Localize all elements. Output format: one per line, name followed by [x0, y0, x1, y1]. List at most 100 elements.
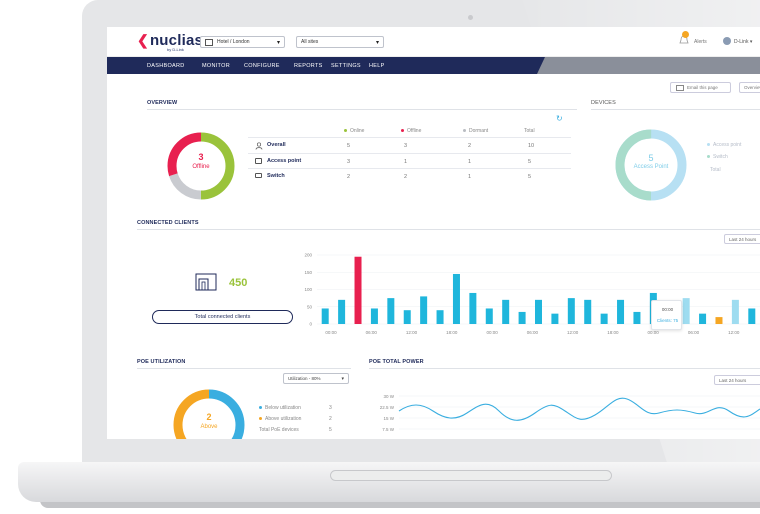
chevron-down-icon: ▾	[375, 40, 379, 46]
x-tick-label: 12:00	[728, 330, 740, 335]
y-tick-label: 150	[304, 270, 312, 275]
chart-bar[interactable]	[485, 308, 493, 324]
chart-bar[interactable]	[682, 298, 690, 324]
chart-bar[interactable]	[699, 313, 707, 324]
cell-switch-online: 2	[347, 174, 351, 180]
cell-ap-dormant: 1	[468, 159, 472, 165]
chevron-down-icon: ▾	[276, 40, 280, 46]
chart-bar[interactable]	[600, 313, 608, 324]
nav-settings[interactable]: SETTINGS	[331, 63, 361, 69]
poe-legend-total: Total PoE devices 5	[259, 427, 349, 433]
envelope-icon	[676, 85, 684, 91]
power-line-chart: 30 W 22.5 W 15 W 7.5 W	[380, 394, 760, 432]
utilization-select[interactable]: Utilization - 80% ▾	[283, 373, 349, 384]
power-tick-15: 15 W	[383, 416, 394, 421]
cell-overall-total: 10	[528, 143, 535, 149]
chart-bar[interactable]	[387, 298, 395, 324]
chart-bar[interactable]	[535, 299, 542, 324]
total-clients-button[interactable]: Total connected clients	[152, 310, 293, 324]
chart-bar[interactable]	[731, 299, 739, 324]
refresh-icon[interactable]: ↻	[556, 114, 563, 123]
access-point-icon	[255, 158, 262, 164]
users-icon	[255, 142, 263, 150]
col-offline-label: Offline	[407, 128, 422, 134]
chart-bar[interactable]	[633, 311, 641, 324]
poe-legend-above: Above utilization 2	[259, 416, 349, 422]
tooltip-time: 00:00	[661, 307, 674, 312]
power-tick-30: 30 W	[383, 394, 394, 399]
chart-bar[interactable]	[354, 256, 362, 324]
chart-bar[interactable]	[502, 299, 510, 324]
chart-bar[interactable]	[469, 292, 477, 324]
chart-bar[interactable]	[748, 308, 756, 324]
alerts-badge	[682, 31, 689, 38]
chart-bar[interactable]	[715, 317, 723, 324]
chart-bar[interactable]	[370, 308, 378, 324]
access-point-dot	[707, 143, 710, 147]
top-bar: ❮nuclias by D-Link Hotel / London ▾ All …	[107, 27, 760, 57]
devices-legend-ap-label: Access point	[713, 142, 742, 148]
poe-legend-below-value: 3	[329, 405, 332, 411]
devices-donut-value: 5	[648, 153, 654, 163]
col-online: Online	[344, 128, 364, 134]
dormant-dot	[463, 129, 466, 133]
x-tick-label: 18:00	[607, 330, 619, 335]
clients-range-button[interactable]: Last 24 hours	[724, 234, 760, 244]
col-online-label: Online	[350, 128, 365, 134]
chart-bar[interactable]	[403, 310, 411, 324]
site-select[interactable]: Hotel / London ▾	[200, 36, 285, 48]
sites-select[interactable]: All sites ▾	[296, 36, 384, 48]
chart-bar[interactable]	[551, 313, 559, 324]
chart-bar[interactable]	[617, 299, 625, 324]
chart-bar[interactable]	[436, 310, 444, 324]
nav-reports[interactable]: REPORTS	[294, 63, 323, 69]
row-access-point-label[interactable]: Access point	[267, 158, 301, 164]
chart-bar[interactable]	[338, 299, 346, 324]
nav-configure[interactable]: CONFIGURE	[244, 63, 280, 69]
row-divider	[248, 168, 571, 169]
cell-switch-dormant: 1	[468, 174, 472, 180]
x-tick-label: 00:00	[325, 330, 337, 335]
x-tick-label: 06:00	[527, 330, 539, 335]
poe-total-power-divider	[369, 368, 760, 369]
poe-donut-value: 2	[206, 412, 212, 422]
above-dot	[259, 417, 262, 421]
row-switch-label[interactable]: Switch	[267, 173, 285, 179]
user-label: D-Link	[734, 39, 749, 45]
devices-legend-total: Total	[710, 167, 721, 173]
logo-chevron-icon: ❮	[137, 32, 149, 48]
sites-select-value: All sites	[301, 39, 319, 45]
poe-legend-total-value: 5	[329, 427, 332, 433]
overview-donut-label: Offline	[192, 164, 210, 170]
email-page-button[interactable]: Email this page	[670, 82, 731, 93]
alerts-label[interactable]: Alerts	[694, 39, 707, 45]
logo-sub: by D-Link	[167, 47, 184, 52]
chart-bar[interactable]	[321, 308, 329, 324]
nav-dashboard[interactable]: DASHBOARD	[147, 63, 185, 69]
power-range-button[interactable]: Last 24 hours	[714, 375, 760, 385]
cell-ap-total: 5	[528, 159, 532, 165]
row-overall-label[interactable]: Overall	[267, 142, 286, 148]
chart-bar[interactable]	[584, 299, 592, 324]
chart-bar[interactable]	[518, 311, 526, 324]
x-tick-label: 00:00	[648, 330, 660, 335]
chart-bar[interactable]	[567, 298, 575, 324]
col-offline: Offline	[401, 128, 421, 134]
nav-bar-extension	[537, 57, 760, 74]
overview-button[interactable]: Overview	[739, 82, 760, 93]
devices-legend-access-point: Access point	[707, 142, 741, 148]
switch-icon	[255, 173, 262, 178]
poe-legend-total-label: Total PoE devices	[259, 427, 299, 433]
clients-bar-chart: 200 150 100 50 0 00:00 06:00 12:00 18:00 00:00 06:…	[304, 253, 760, 335]
y-tick-label: 0	[309, 322, 312, 327]
chart-bar[interactable]	[420, 296, 428, 324]
avatar[interactable]	[723, 37, 731, 45]
chart-bar[interactable]	[452, 273, 460, 324]
nav-monitor[interactable]: MONITOR	[202, 63, 230, 69]
poe-legend-below-label: Below utilization	[265, 405, 301, 411]
nav-help[interactable]: HELP	[369, 63, 385, 69]
y-tick-label: 50	[307, 304, 313, 309]
user-menu[interactable]: D-Link ▾	[734, 39, 752, 45]
poe-legend-above-value: 2	[329, 416, 332, 422]
devices-donut-label: Access Point	[633, 164, 669, 170]
